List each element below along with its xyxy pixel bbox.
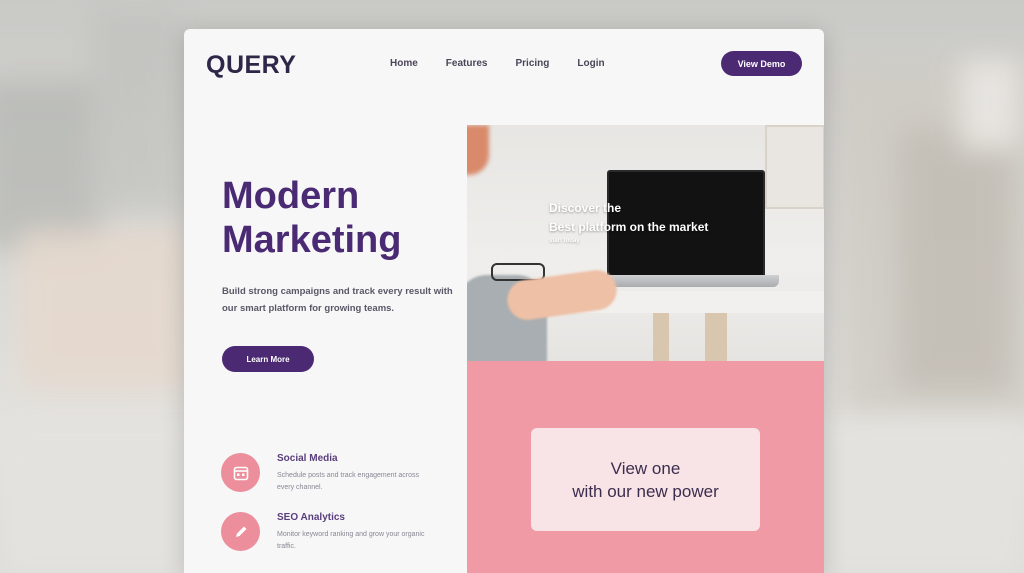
- promo-card-line-1: View one: [610, 458, 681, 478]
- promo-panel: View one with our new power: [467, 361, 824, 573]
- hero-title-line-1: Modern: [222, 175, 360, 217]
- hero-description: Build strong campaigns and track every r…: [222, 286, 453, 314]
- pencil-icon: [221, 512, 260, 551]
- website-mockup: QUERY Home Features Pricing Login View D…: [184, 29, 824, 573]
- nav-item-pricing[interactable]: Pricing: [515, 58, 549, 69]
- photo-overlay-text: Discover the Best platform on the market…: [549, 199, 749, 245]
- nav-item-home[interactable]: Home: [390, 58, 418, 69]
- hero-title: Modern Marketing: [222, 174, 462, 262]
- feature-title: SEO Analytics: [277, 512, 345, 523]
- photo-overlay-line-2: Best platform on the market: [549, 220, 709, 234]
- photo-overlay-line-1: Discover the: [549, 201, 622, 215]
- nav-item-login[interactable]: Login: [577, 58, 604, 69]
- photo-overlay-small: start today: [549, 238, 580, 244]
- view-demo-button[interactable]: View Demo: [721, 51, 802, 76]
- site-logo[interactable]: QUERY: [206, 51, 296, 80]
- feature-description: Schedule posts and track engagement acro…: [277, 472, 420, 491]
- promo-card[interactable]: View one with our new power: [531, 428, 760, 531]
- promo-card-line-2: with our new power: [572, 481, 719, 501]
- nav-item-features[interactable]: Features: [446, 58, 488, 69]
- feature-title: Social Media: [277, 453, 338, 464]
- feature-description: Monitor keyword ranking and grow your or…: [277, 531, 425, 550]
- hero-cta-button[interactable]: Learn More: [222, 346, 314, 372]
- hero-photo: Discover the Best platform on the market…: [467, 125, 824, 361]
- hero-title-line-2: Marketing: [222, 219, 402, 261]
- main-nav: Home Features Pricing Login: [390, 58, 605, 69]
- calendar-icon: [221, 453, 260, 492]
